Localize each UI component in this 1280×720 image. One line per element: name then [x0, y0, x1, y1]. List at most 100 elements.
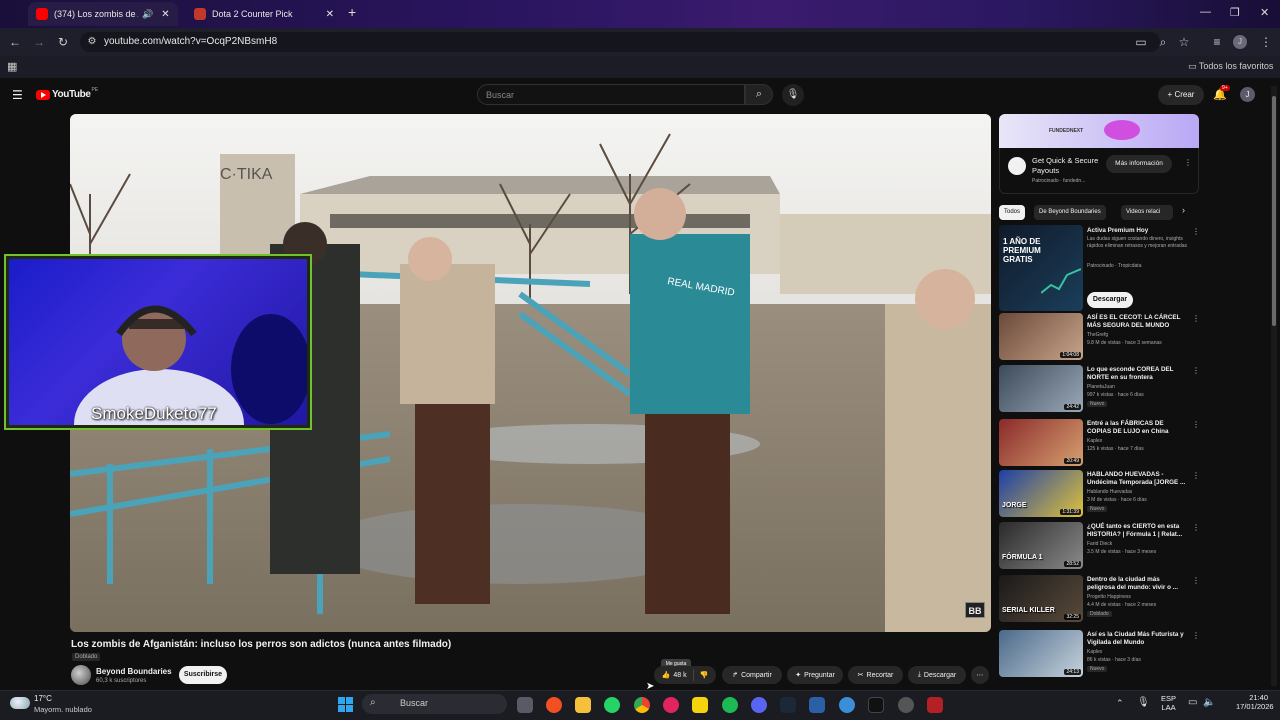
- rec-title[interactable]: Entré a las FÁBRICAS DE COPIAS DE LUJO e…: [1087, 420, 1189, 436]
- restore-icon[interactable]: ❐: [1230, 6, 1240, 19]
- ad-menu-icon[interactable]: ⋮: [1184, 158, 1192, 167]
- reading-list-icon[interactable]: ≡: [1209, 34, 1225, 50]
- all-bookmarks[interactable]: ▭ Todos los favoritos: [1188, 61, 1273, 72]
- share-button[interactable]: ↱ Compartir: [722, 666, 782, 684]
- windows-start-icon[interactable]: [338, 697, 353, 712]
- outlook-icon[interactable]: [809, 697, 825, 713]
- speaker-icon[interactable]: 🔊: [142, 9, 153, 20]
- rec-channel[interactable]: Progetto Happiness: [1087, 594, 1191, 601]
- rec-channel[interactable]: Kaplex: [1087, 649, 1191, 656]
- promo-thumbnail[interactable]: 1 AÑO DE PREMIUM GRATIS: [999, 225, 1083, 311]
- whatsapp-icon[interactable]: [604, 697, 620, 713]
- forward-icon[interactable]: →: [31, 34, 47, 50]
- like-button[interactable]: 👍 48 k: [662, 671, 687, 680]
- opera-gx-icon[interactable]: [663, 697, 679, 713]
- page-scrollbar[interactable]: [1271, 86, 1277, 686]
- new-tab-icon[interactable]: +: [348, 4, 356, 20]
- brave-icon[interactable]: [546, 697, 562, 713]
- create-button[interactable]: + Crear: [1158, 85, 1204, 105]
- rec-title[interactable]: Dentro de la ciudad más peligrosa del mu…: [1087, 576, 1189, 592]
- back-icon[interactable]: ←: [7, 34, 23, 50]
- notifications-button[interactable]: 🔔 9+: [1213, 85, 1230, 101]
- rec-menu-icon[interactable]: ⋮: [1192, 576, 1200, 585]
- rec-channel[interactable]: TheGrefg: [1087, 332, 1191, 339]
- site-info-icon[interactable]: ⚙: [84, 34, 100, 50]
- promo-title[interactable]: Activa Premium Hoy: [1087, 227, 1189, 235]
- rec-channel[interactable]: Hablando Huevadas: [1087, 489, 1191, 496]
- obs-icon[interactable]: [898, 697, 914, 713]
- rec-thumbnail[interactable]: SERIAL KILLER 32:25: [999, 575, 1083, 622]
- profile-avatar[interactable]: J: [1233, 35, 1247, 49]
- url-text[interactable]: youtube.com/watch?v=OcqP2NBsmH8: [104, 36, 277, 47]
- voice-search-button[interactable]: 🎙: [782, 84, 804, 106]
- rec-channel[interactable]: PlanetaJuan: [1087, 384, 1191, 391]
- display-icon[interactable]: ▭: [1188, 697, 1197, 708]
- account-avatar[interactable]: J: [1240, 87, 1255, 102]
- rec-thumbnail[interactable]: FÓRMULA 1 28:52: [999, 522, 1083, 569]
- game-launcher-icon[interactable]: [692, 697, 708, 713]
- reload-icon[interactable]: ↻: [55, 34, 71, 50]
- rec-thumbnail[interactable]: 20:49: [999, 419, 1083, 466]
- steam-icon[interactable]: [780, 697, 796, 713]
- ask-button[interactable]: ✦ Preguntar: [787, 666, 843, 684]
- dota-icon[interactable]: [927, 697, 943, 713]
- search-button[interactable]: ⌕: [745, 84, 773, 105]
- rec-menu-icon[interactable]: ⋮: [1192, 420, 1200, 429]
- bookmark-star-icon[interactable]: ☆: [1176, 34, 1192, 50]
- rec-channel[interactable]: Farid Dieck: [1087, 541, 1191, 548]
- ad-banner[interactable]: FUNDEDNEXT: [999, 114, 1199, 148]
- rec-thumbnail[interactable]: 24:42: [999, 365, 1083, 412]
- more-actions-button[interactable]: ⋯: [971, 666, 989, 684]
- clock[interactable]: 21:40 17/01/2026: [1236, 693, 1274, 711]
- rec-title[interactable]: HABLANDO HUEVADAS - Undécima Temporada […: [1087, 471, 1189, 487]
- taskbar-search[interactable]: Buscar: [362, 694, 507, 714]
- chevron-right-icon[interactable]: ›: [1182, 205, 1185, 215]
- tiktok-icon[interactable]: [868, 697, 884, 713]
- discord-icon[interactable]: [751, 697, 767, 713]
- rec-title[interactable]: Así es la Ciudad Más Futurista y Vigilad…: [1087, 631, 1189, 647]
- promo-download-button[interactable]: Descargar: [1087, 292, 1133, 308]
- zoom-icon[interactable]: ⌕: [1155, 34, 1171, 50]
- chip-channel[interactable]: De Beyond Boundaries: [1034, 205, 1106, 220]
- chrome-icon[interactable]: [634, 697, 650, 713]
- scrollbar-thumb[interactable]: [1272, 96, 1276, 326]
- rec-menu-icon[interactable]: ⋮: [1192, 523, 1200, 532]
- clip-button[interactable]: ✂ Recortar: [848, 666, 903, 684]
- promo-menu-icon[interactable]: ⋮: [1192, 227, 1200, 236]
- rec-menu-icon[interactable]: ⋮: [1192, 314, 1200, 323]
- channel-avatar[interactable]: [71, 665, 91, 685]
- rec-title[interactable]: ¿QUÉ tanto es CIERTO en esta HISTORIA? |…: [1087, 523, 1189, 539]
- tray-chevron-icon[interactable]: ⌃: [1116, 698, 1124, 709]
- cast-icon[interactable]: ▭: [1133, 34, 1149, 50]
- tray-mic-icon[interactable]: 🎙: [1137, 697, 1150, 708]
- close-tab-icon[interactable]: ✕: [161, 9, 169, 20]
- more-menu-icon[interactable]: ⋮: [1258, 34, 1274, 50]
- tab-dota[interactable]: Dota 2 Counter Pick ✕: [186, 2, 342, 26]
- rec-thumbnail[interactable]: 24:13: [999, 630, 1083, 677]
- tab-youtube[interactable]: (374) Los zombis de Afganistán 🔊 ✕: [28, 2, 178, 26]
- rec-thumbnail[interactable]: JORGE 1:31:39: [999, 470, 1083, 517]
- download-button[interactable]: ⤓ Descargar: [908, 666, 966, 684]
- search-input[interactable]: Buscar: [477, 84, 745, 105]
- close-window-icon[interactable]: ✕: [1260, 6, 1269, 19]
- rec-menu-icon[interactable]: ⋮: [1192, 366, 1200, 375]
- file-explorer-icon[interactable]: [575, 697, 591, 713]
- rec-menu-icon[interactable]: ⋮: [1192, 471, 1200, 480]
- spotify-icon[interactable]: [722, 697, 738, 713]
- dislike-button[interactable]: 👎: [700, 671, 709, 679]
- hamburger-menu-icon[interactable]: ☰: [12, 88, 23, 102]
- rec-title[interactable]: ASÍ ES EL CECOT: LA CÁRCEL MÁS SEGURA DE…: [1087, 314, 1189, 330]
- chip-all[interactable]: Todos: [999, 205, 1026, 220]
- apps-grid-icon[interactable]: ▦: [7, 60, 17, 73]
- language-indicator[interactable]: ESP LAA: [1161, 694, 1176, 712]
- task-view-icon[interactable]: [517, 697, 533, 713]
- subscribe-button[interactable]: Suscribirse: [179, 666, 227, 684]
- rec-title[interactable]: Lo que esconde COREA DEL NORTE en su fro…: [1087, 366, 1189, 382]
- chip-related[interactable]: Videos relaci: [1121, 205, 1173, 220]
- rec-thumbnail[interactable]: 1:04:08: [999, 313, 1083, 360]
- weather-temp[interactable]: 17°C: [34, 694, 52, 703]
- app-icon[interactable]: [839, 697, 855, 713]
- rec-menu-icon[interactable]: ⋮: [1192, 631, 1200, 640]
- close-tab-icon[interactable]: ✕: [326, 9, 334, 20]
- minimize-icon[interactable]: —: [1200, 6, 1211, 18]
